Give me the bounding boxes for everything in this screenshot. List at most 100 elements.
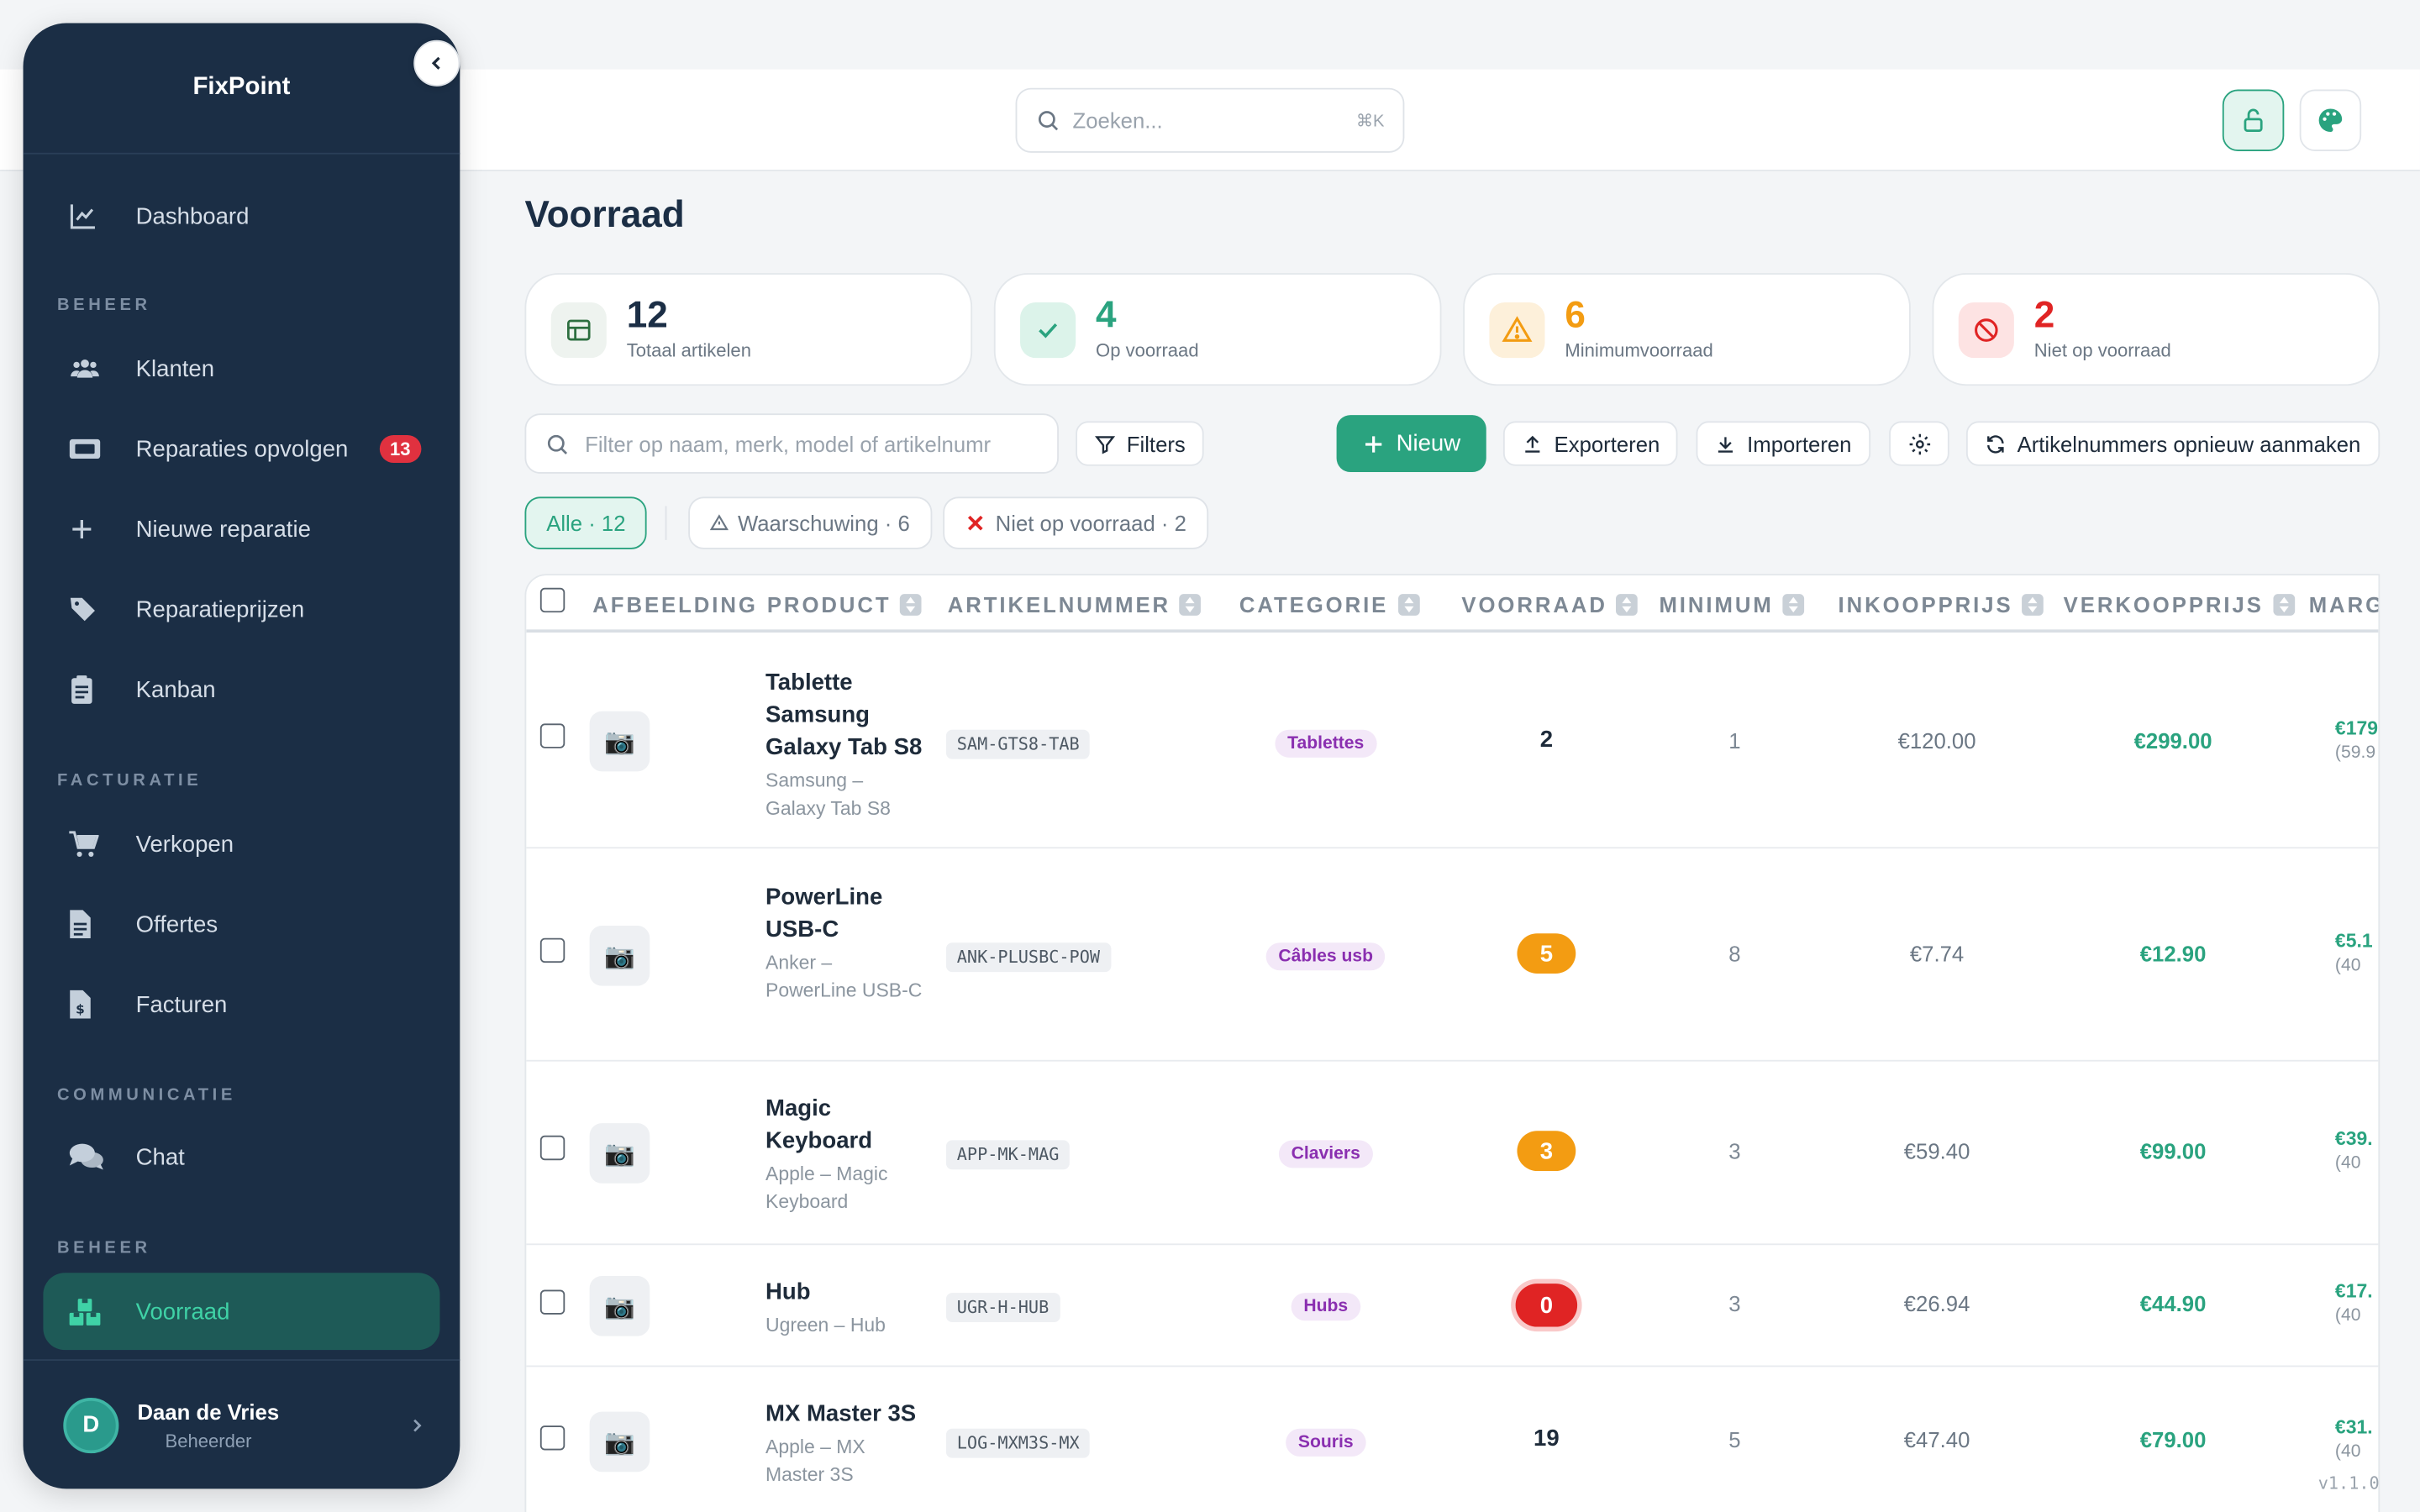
section-label-communicatie: COMMUNICATIE bbox=[56, 1086, 236, 1105]
category-badge: Souris bbox=[1286, 1428, 1366, 1457]
sidebar-item-verkopen[interactable]: Verkopen bbox=[43, 806, 439, 883]
header-verkoopprijs[interactable]: VERKOOPPRIJS bbox=[2064, 592, 2295, 617]
search-icon bbox=[547, 433, 568, 454]
section-label-facturatie: FACTURATIE bbox=[56, 771, 203, 790]
sidebar-item-kanban[interactable]: Kanban bbox=[43, 651, 439, 728]
table-icon bbox=[566, 318, 591, 340]
user-menu[interactable]: D Daan de Vries Beheerder bbox=[23, 1359, 460, 1488]
row-checkbox[interactable] bbox=[539, 1289, 566, 1315]
row-checkbox[interactable] bbox=[539, 723, 566, 748]
stat-card-out-of-stock: 2 Niet op voorraad bbox=[1932, 273, 2381, 386]
filter-placeholder: Filter op naam, merk, model of artikelnu… bbox=[585, 431, 992, 456]
margin-value: €17. (40 bbox=[2334, 1280, 2373, 1326]
chip-warning[interactable]: Waarschuwing · 6 bbox=[688, 496, 932, 549]
import-label: Importeren bbox=[1747, 431, 1852, 456]
upload-icon bbox=[1525, 434, 1540, 452]
header-inkoopprijs[interactable]: INKOOPPRIJS bbox=[1839, 592, 2044, 617]
section-label-beheer: BEHEER bbox=[56, 296, 151, 315]
header-artikelnummer[interactable]: ARTIKELNUMMER bbox=[948, 592, 1202, 617]
lock-button[interactable] bbox=[2222, 89, 2285, 151]
header-product[interactable]: PRODUCT bbox=[767, 592, 923, 617]
ban-icon bbox=[1975, 318, 1998, 341]
sidebar-item-reparaties-opvolgen[interactable]: Reparaties opvolgen 13 bbox=[43, 411, 439, 488]
sidebar-item-voorraad[interactable]: Voorraad bbox=[43, 1273, 440, 1351]
filters-label: Filters bbox=[1126, 431, 1186, 456]
warning-icon bbox=[709, 514, 729, 531]
product-name: MX Master 3S Apple – MX Master 3S bbox=[765, 1398, 928, 1488]
sidebar-item-facturen[interactable]: $ Facturen bbox=[43, 966, 439, 1043]
filter-input[interactable]: Filter op naam, merk, model of artikelnu… bbox=[524, 413, 1059, 474]
sale-price: €12.90 bbox=[2139, 941, 2207, 966]
filters-button[interactable]: Filters bbox=[1076, 421, 1204, 466]
app-version: v1.1.0 bbox=[2317, 1473, 2380, 1494]
row-checkbox[interactable] bbox=[539, 1135, 566, 1161]
sidebar-item-chat[interactable]: Chat bbox=[43, 1119, 439, 1196]
sort-icon[interactable] bbox=[2272, 594, 2295, 616]
minimum-value: 5 bbox=[1728, 1426, 1741, 1452]
chip-warning-label: Waarschuwing · 6 bbox=[737, 510, 910, 536]
new-button[interactable]: Nieuw bbox=[1336, 415, 1486, 473]
chip-divider bbox=[665, 506, 667, 540]
sort-icon[interactable] bbox=[1616, 594, 1639, 616]
import-button[interactable]: Importeren bbox=[1696, 421, 1870, 466]
sku-code: SAM-GTS8-TAB bbox=[945, 729, 1091, 759]
sidebar-item-reparatieprijzen[interactable]: Reparatieprijzen bbox=[43, 571, 439, 648]
row-checkbox[interactable] bbox=[539, 1425, 566, 1451]
table-row[interactable]: 📷 MX Master 3S Apple – MX Master 3S LOG-M… bbox=[526, 1367, 2378, 1512]
user-role: Beheerder bbox=[165, 1429, 252, 1452]
header-marge[interactable]: MARG bbox=[2309, 592, 2379, 617]
unlock-icon bbox=[2244, 108, 2263, 133]
check-icon-wrap bbox=[1020, 302, 1076, 358]
sidebar-item-label: Nieuwe reparatie bbox=[135, 516, 311, 543]
clipboard-icon bbox=[71, 675, 92, 704]
chip-out-of-stock[interactable]: Niet op voorraad · 2 bbox=[943, 496, 1208, 549]
sidebar-collapse-button[interactable] bbox=[413, 39, 460, 87]
sidebar-item-nieuwe-reparatie[interactable]: Nieuwe reparatie bbox=[43, 491, 439, 568]
page-title: Voorraad bbox=[524, 194, 685, 237]
avatar: D bbox=[63, 1397, 119, 1453]
filter-icon bbox=[1095, 435, 1116, 454]
header-afbeelding: AFBEELDING bbox=[592, 592, 758, 617]
download-icon bbox=[1718, 436, 1733, 452]
header-minimum[interactable]: MINIMUM bbox=[1659, 592, 1805, 617]
row-checkbox[interactable] bbox=[539, 937, 566, 963]
table-row[interactable]: 📷 Magic Keyboard Apple – Magic Keyboard A… bbox=[526, 1062, 2379, 1246]
search-placeholder: Zoeken... bbox=[1072, 108, 1163, 133]
sidebar-item-dashboard[interactable]: Dashboard bbox=[43, 177, 439, 255]
settings-button[interactable] bbox=[1889, 421, 1949, 466]
global-search-input[interactable]: Zoeken... ⌘K bbox=[1015, 87, 1405, 153]
stock-value: 3 bbox=[1517, 1131, 1576, 1172]
regenerate-sku-button[interactable]: Artikelnummers opnieuw aanmaken bbox=[1965, 421, 2380, 466]
header-categorie[interactable]: CATEGORIE bbox=[1239, 592, 1420, 617]
stat-value: 4 bbox=[1096, 294, 1117, 337]
camera-icon: 📷 bbox=[589, 1275, 650, 1336]
chip-all[interactable]: Alle · 12 bbox=[524, 496, 648, 549]
theme-button[interactable] bbox=[2299, 89, 2362, 151]
refresh-icon bbox=[1987, 434, 2004, 453]
cart-icon bbox=[69, 831, 99, 857]
table-row[interactable]: 📷 PowerLine USB-C Anker – PowerLine USB-C… bbox=[526, 848, 2379, 1062]
plus-icon bbox=[1365, 435, 1381, 452]
select-all-checkbox[interactable] bbox=[539, 587, 566, 613]
sort-icon[interactable] bbox=[2022, 594, 2044, 616]
table-row[interactable]: 📷 Hub Ugreen – Hub UGR-H-HUB Hubs 0 3 €26… bbox=[526, 1245, 2379, 1368]
sort-icon[interactable] bbox=[900, 594, 923, 616]
sidebar-item-label: Reparatieprijzen bbox=[135, 596, 305, 623]
chevron-right-icon bbox=[413, 1418, 422, 1431]
export-button[interactable]: Exporteren bbox=[1502, 421, 1679, 466]
margin-value: €179 (59.9 bbox=[2334, 717, 2379, 763]
stock-value: 19 bbox=[1534, 1425, 1560, 1452]
sort-icon[interactable] bbox=[1180, 594, 1202, 616]
product-name: Magic Keyboard Apple – Magic Keyboard bbox=[765, 1092, 928, 1215]
sidebar-item-offertes[interactable]: Offertes bbox=[43, 885, 439, 963]
chevron-left-icon bbox=[431, 56, 440, 70]
app-stage: Zoeken... ⌘K FixPoint Dashboard BEHEER K… bbox=[0, 0, 2420, 1512]
table-row[interactable]: 📷 Tablette Samsung Galaxy Tab S8 Samsung … bbox=[526, 634, 2379, 849]
sidebar-item-label: Dashboard bbox=[135, 202, 250, 229]
sort-icon[interactable] bbox=[1782, 594, 1805, 616]
header-voorraad[interactable]: VOORRAAD bbox=[1461, 592, 1639, 617]
sort-icon[interactable] bbox=[1397, 594, 1420, 616]
sidebar-item-klanten[interactable]: Klanten bbox=[43, 330, 439, 407]
minimum-value: 1 bbox=[1728, 727, 1741, 753]
purchase-price: €7.74 bbox=[1909, 941, 1965, 966]
